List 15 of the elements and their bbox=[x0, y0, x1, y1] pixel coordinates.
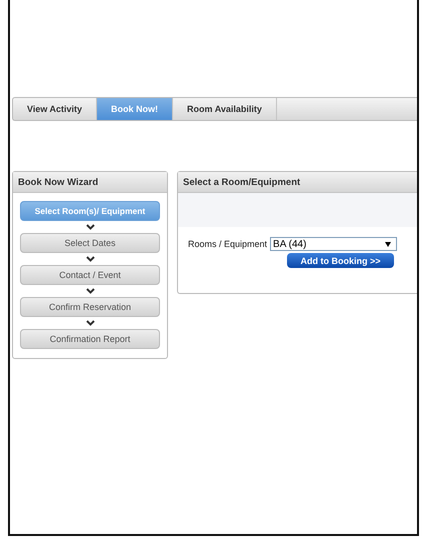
dropdown-arrow-icon bbox=[385, 242, 392, 246]
wizard-step[interactable]: Contact / Event bbox=[20, 265, 160, 285]
tab[interactable]: Room Availability bbox=[173, 98, 277, 120]
chevron-down-icon bbox=[86, 288, 94, 294]
field-label: Rooms / Equipment bbox=[188, 239, 268, 249]
panel-title: Select a Room/Equipment bbox=[183, 176, 300, 188]
add-to-booking-button[interactable]: Add to Booking >> bbox=[287, 253, 394, 268]
chevron-down-icon bbox=[86, 256, 94, 262]
wizard-step[interactable]: Confirmation Report bbox=[20, 329, 160, 349]
chevron-down-icon bbox=[86, 224, 94, 230]
panel-title: Book Now Wizard bbox=[18, 176, 98, 188]
room-select[interactable]: BA (44) bbox=[270, 237, 398, 251]
wizard-step[interactable]: Confirm Reservation bbox=[20, 297, 160, 317]
chevron-down-icon bbox=[86, 320, 94, 326]
wizard-step[interactable]: Select Dates bbox=[20, 233, 160, 253]
